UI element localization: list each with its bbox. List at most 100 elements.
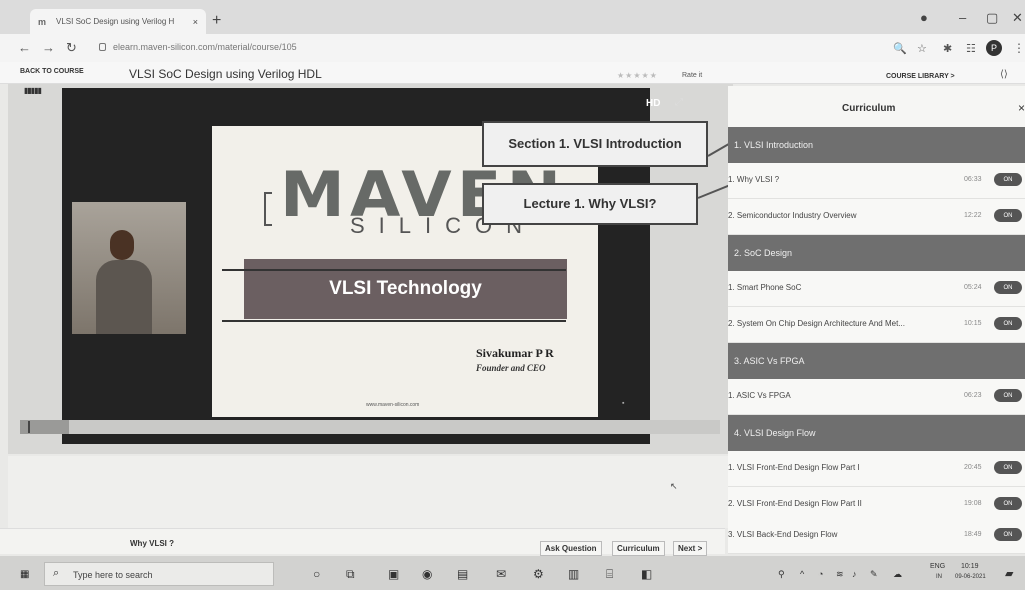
task-view-icon[interactable]: ⧉: [346, 567, 355, 582]
course-title: VLSI SoC Design using Verilog HDL: [129, 67, 322, 81]
clock-date[interactable]: 09-06-2021: [955, 574, 986, 580]
wifi-icon[interactable]: ≋: [836, 569, 844, 580]
course-library-link[interactable]: COURSE LIBRARY >: [886, 73, 955, 80]
chrome-icon[interactable]: ◉: [422, 567, 432, 581]
lecture-duration: 05:24: [964, 284, 982, 291]
lecture-status-badge[interactable]: ON: [994, 497, 1022, 510]
video-progress-knob[interactable]: [28, 421, 30, 433]
forward-arrow-icon[interactable]: →: [42, 40, 55, 55]
rate-it-link[interactable]: Rate it: [682, 72, 702, 79]
lecture-status-badge[interactable]: ON: [994, 317, 1022, 330]
profile-avatar[interactable]: P: [986, 40, 1002, 56]
curriculum-title: Curriculum: [842, 103, 896, 114]
extension-puzzle-icon[interactable]: ☷: [966, 42, 976, 55]
lecture-title: 1. Why VLSI ?: [728, 175, 780, 184]
lecture-duration: 06:23: [964, 392, 982, 399]
record-icon[interactable]: ●: [920, 10, 928, 25]
video-progress-bar[interactable]: [20, 420, 720, 434]
cortana-icon[interactable]: ○: [313, 567, 320, 581]
reload-icon[interactable]: ↻: [66, 40, 77, 56]
close-window-button[interactable]: ✕: [1012, 10, 1023, 26]
lesson-content-area: [8, 456, 728, 528]
minimize-button[interactable]: –: [959, 10, 966, 25]
lecture-duration: 18:49: [964, 531, 982, 538]
office-icon[interactable]: ◧: [641, 567, 652, 581]
ask-question-button[interactable]: Ask Question: [540, 541, 602, 556]
maximize-button[interactable]: ▢: [986, 10, 998, 26]
settings-icon[interactable]: ⚙: [533, 567, 544, 581]
lecture-item[interactable]: 1. VLSI Front-End Design Flow Part I 20:…: [728, 451, 1025, 487]
clock-time[interactable]: 10:19: [961, 563, 979, 570]
section-header[interactable]: 3. ASIC Vs FPGA: [728, 343, 1025, 379]
lecture-status-badge[interactable]: ON: [994, 461, 1022, 474]
back-arrow-icon[interactable]: ←: [18, 40, 31, 55]
slide-rule-top: [222, 269, 566, 271]
url-field[interactable]: elearn.maven-silicon.com/material/course…: [113, 42, 297, 52]
windows-logo-icon[interactable]: ▦: [20, 569, 29, 580]
lecture-status-badge[interactable]: ON: [994, 173, 1022, 186]
onedrive-icon[interactable]: ☁: [893, 569, 902, 580]
lecture-duration: 20:45: [964, 464, 982, 471]
mail-icon[interactable]: ✉: [496, 567, 506, 581]
lecture-duration: 06:33: [964, 176, 982, 183]
lecture-item[interactable]: 3. VLSI Back-End Design Flow 18:49 ON: [728, 518, 1025, 554]
tab-title: VLSI SoC Design using Verilog H: [56, 17, 175, 26]
lecture-title: 2. System On Chip Design Architecture An…: [728, 319, 905, 328]
lecture-status-badge[interactable]: ON: [994, 528, 1022, 541]
section-callout: Section 1. VLSI Introduction: [482, 121, 708, 167]
lecture-title: 2. VLSI Front-End Design Flow Part II: [728, 499, 862, 508]
zoom-icon[interactable]: 🔍: [893, 42, 907, 55]
lecture-item[interactable]: 2. Semiconductor Industry Overview 12:22…: [728, 199, 1025, 235]
lecture-item[interactable]: 1. ASIC Vs FPGA 06:23 ON: [728, 379, 1025, 415]
hd-badge[interactable]: HD: [646, 98, 660, 109]
presenter-body: [96, 260, 152, 334]
store-icon[interactable]: ▣: [388, 567, 399, 581]
folder-icon[interactable]: ⌸: [606, 567, 613, 582]
section-header[interactable]: 4. VLSI Design Flow: [728, 415, 1025, 451]
tab-close-icon[interactable]: ×: [193, 17, 198, 27]
extension-icon[interactable]: ✱: [943, 42, 952, 55]
lecture-item[interactable]: 1. Why VLSI ? 06:33 ON: [728, 163, 1025, 199]
browser-tab[interactable]: m VLSI SoC Design using Verilog H ×: [30, 9, 206, 34]
bookmark-star-icon[interactable]: ☆: [917, 42, 927, 55]
back-to-course-link[interactable]: BACK TO COURSE: [20, 68, 84, 75]
language-region[interactable]: IN: [936, 574, 942, 580]
fullscreen-icon[interactable]: ⤢: [675, 97, 683, 108]
people-icon[interactable]: ⚲: [778, 569, 785, 580]
section-header[interactable]: 1. VLSI Introduction: [728, 127, 1025, 163]
slide-presenter-role: Founder and CEO: [476, 363, 546, 373]
volume-icon[interactable]: ♪: [852, 569, 857, 579]
taskbar-search-input[interactable]: ⌕ Type here to search: [44, 562, 274, 586]
logo-bracket: [264, 192, 272, 226]
section-header[interactable]: 2. SoC Design: [728, 235, 1025, 271]
network-icon[interactable]: ◔: [818, 569, 823, 579]
lock-icon[interactable]: [99, 43, 106, 51]
drag-handle-icon[interactable]: ▮▮▮▮▮: [24, 86, 42, 95]
lecture-item[interactable]: 2. System On Chip Design Architecture An…: [728, 307, 1025, 343]
mouse-cursor-icon: ↖: [670, 481, 678, 491]
notification-icon[interactable]: ▰: [1005, 567, 1013, 580]
pen-icon[interactable]: ✎: [870, 569, 878, 580]
files-icon[interactable]: ▤: [457, 567, 468, 581]
curriculum-close-icon[interactable]: ×: [1018, 101, 1025, 115]
slide-title-band: VLSI Technology: [244, 259, 567, 319]
lecture-status-badge[interactable]: ON: [994, 209, 1022, 222]
expand-icon[interactable]: ⟨⟩: [1000, 69, 1008, 80]
current-lesson-name: Why VLSI ?: [130, 539, 174, 548]
site-favicon-icon: m: [38, 16, 47, 27]
search-icon: ⌕: [53, 567, 60, 579]
rating-stars[interactable]: ★★★★★: [617, 71, 658, 80]
lecture-item[interactable]: 1. Smart Phone SoC 05:24 ON: [728, 271, 1025, 307]
next-button[interactable]: Next >: [673, 541, 708, 556]
browser-menu-icon[interactable]: ⋮: [1013, 41, 1025, 55]
curriculum-button[interactable]: Curriculum: [612, 541, 665, 556]
lecture-status-badge[interactable]: ON: [994, 389, 1022, 402]
lecture-title: 2. Semiconductor Industry Overview: [728, 211, 857, 220]
slide-rule-bottom: [222, 320, 566, 322]
app-icon[interactable]: ▥: [568, 567, 579, 581]
lecture-duration: 10:15: [964, 320, 982, 327]
language-indicator[interactable]: ENG: [930, 563, 945, 570]
lecture-status-badge[interactable]: ON: [994, 281, 1022, 294]
new-tab-button[interactable]: +: [212, 12, 221, 30]
tray-chevron-icon[interactable]: ^: [800, 569, 804, 579]
